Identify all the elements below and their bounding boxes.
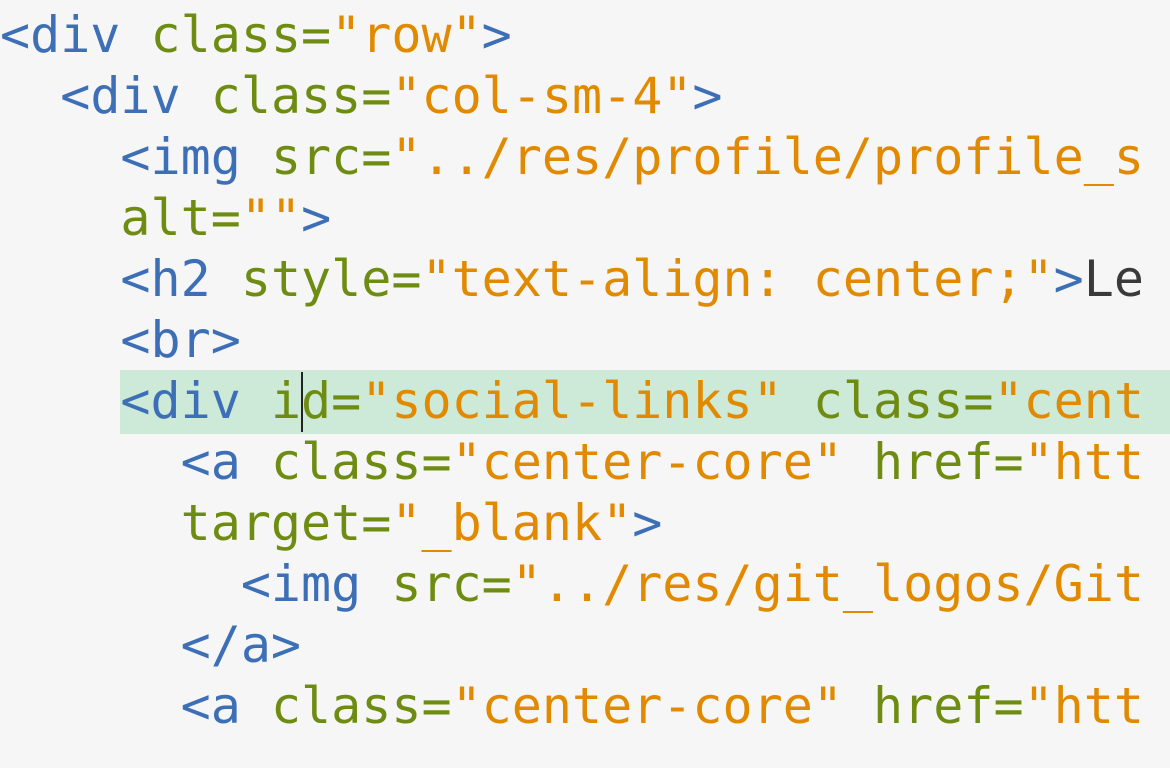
- code-token: =: [421, 677, 452, 735]
- code-token: Le: [1083, 250, 1144, 308]
- code-token: class: [270, 677, 422, 735]
- code-token: <div: [60, 67, 181, 125]
- code-token: =: [421, 433, 452, 491]
- code-line[interactable]: <img src="../res/git_logos/Git: [0, 554, 1170, 615]
- code-line[interactable]: <div class="col-sm-4">: [0, 66, 1170, 127]
- code-token: "_blank": [391, 494, 633, 552]
- code-line[interactable]: alt="">: [0, 188, 1170, 249]
- code-token: src: [391, 555, 482, 613]
- code-token: >: [632, 494, 663, 552]
- code-token: <img: [240, 555, 362, 613]
- code-token: class: [150, 6, 302, 64]
- code-token: "col-sm-4": [391, 67, 693, 125]
- code-token: >: [692, 67, 723, 125]
- code-token: src: [270, 128, 362, 186]
- code-token: <h2: [120, 250, 211, 308]
- code-line[interactable]: <div class="row">: [0, 5, 1170, 66]
- code-token: <div: [0, 6, 121, 64]
- code-token: >: [1053, 250, 1084, 308]
- code-line[interactable]: <a class="center-core" href="htt: [0, 676, 1170, 737]
- code-token: "htt: [1023, 433, 1144, 491]
- code-line[interactable]: <a class="center-core" href="htt: [0, 432, 1170, 493]
- code-editor[interactable]: <div class="row"> <div class="col-sm-4">…: [0, 0, 1170, 768]
- code-token: =: [210, 189, 241, 247]
- code-token: "social-links": [361, 372, 783, 430]
- code-token: <a: [180, 677, 241, 735]
- code-token: </a>: [180, 616, 302, 674]
- code-token: "htt: [1023, 677, 1144, 735]
- code-token: <div: [120, 372, 241, 430]
- code-token: "row": [331, 6, 482, 64]
- code-token: style: [240, 250, 392, 308]
- code-token: =: [963, 372, 994, 430]
- code-line[interactable]: <img src="../res/profile/profile_s: [0, 127, 1170, 188]
- code-token: "cent: [993, 372, 1144, 430]
- code-line[interactable]: <h2 style="text-align: center;">Le: [0, 249, 1170, 310]
- code-token: class: [270, 433, 422, 491]
- code-token: "": [240, 189, 302, 247]
- code-token: =: [391, 250, 422, 308]
- code-token: =: [301, 6, 332, 64]
- code-line[interactable]: target="_blank">: [0, 493, 1170, 554]
- code-line[interactable]: </a>: [0, 615, 1170, 676]
- code-token: <a: [180, 433, 241, 491]
- code-line[interactable]: <div id="social-links" class="cent: [0, 371, 1170, 432]
- text-caret: [301, 372, 303, 432]
- code-token: >: [481, 6, 512, 64]
- code-token: class: [812, 372, 964, 430]
- code-token: =: [331, 372, 362, 430]
- code-token: =: [993, 433, 1024, 491]
- code-token: href: [873, 433, 994, 491]
- code-token: "text-align: center;": [421, 250, 1054, 308]
- code-token: href: [873, 677, 994, 735]
- code-token: "center-core": [451, 677, 843, 735]
- code-token: =: [481, 555, 512, 613]
- code-token: "../res/git_logos/Git: [511, 555, 1144, 613]
- code-token: target: [180, 494, 362, 552]
- code-token: =: [361, 494, 392, 552]
- code-token: >: [301, 189, 332, 247]
- code-token: =: [993, 677, 1024, 735]
- code-token: class: [210, 67, 362, 125]
- code-line[interactable]: <br>: [0, 310, 1170, 371]
- code-token: "center-core": [451, 433, 843, 491]
- code-token: alt: [120, 189, 211, 247]
- code-token: <br>: [120, 311, 241, 369]
- code-token: "../res/profile/profile_s: [391, 128, 1144, 186]
- code-token: =: [361, 67, 392, 125]
- code-token: <img: [120, 128, 241, 186]
- code-token: =: [361, 128, 392, 186]
